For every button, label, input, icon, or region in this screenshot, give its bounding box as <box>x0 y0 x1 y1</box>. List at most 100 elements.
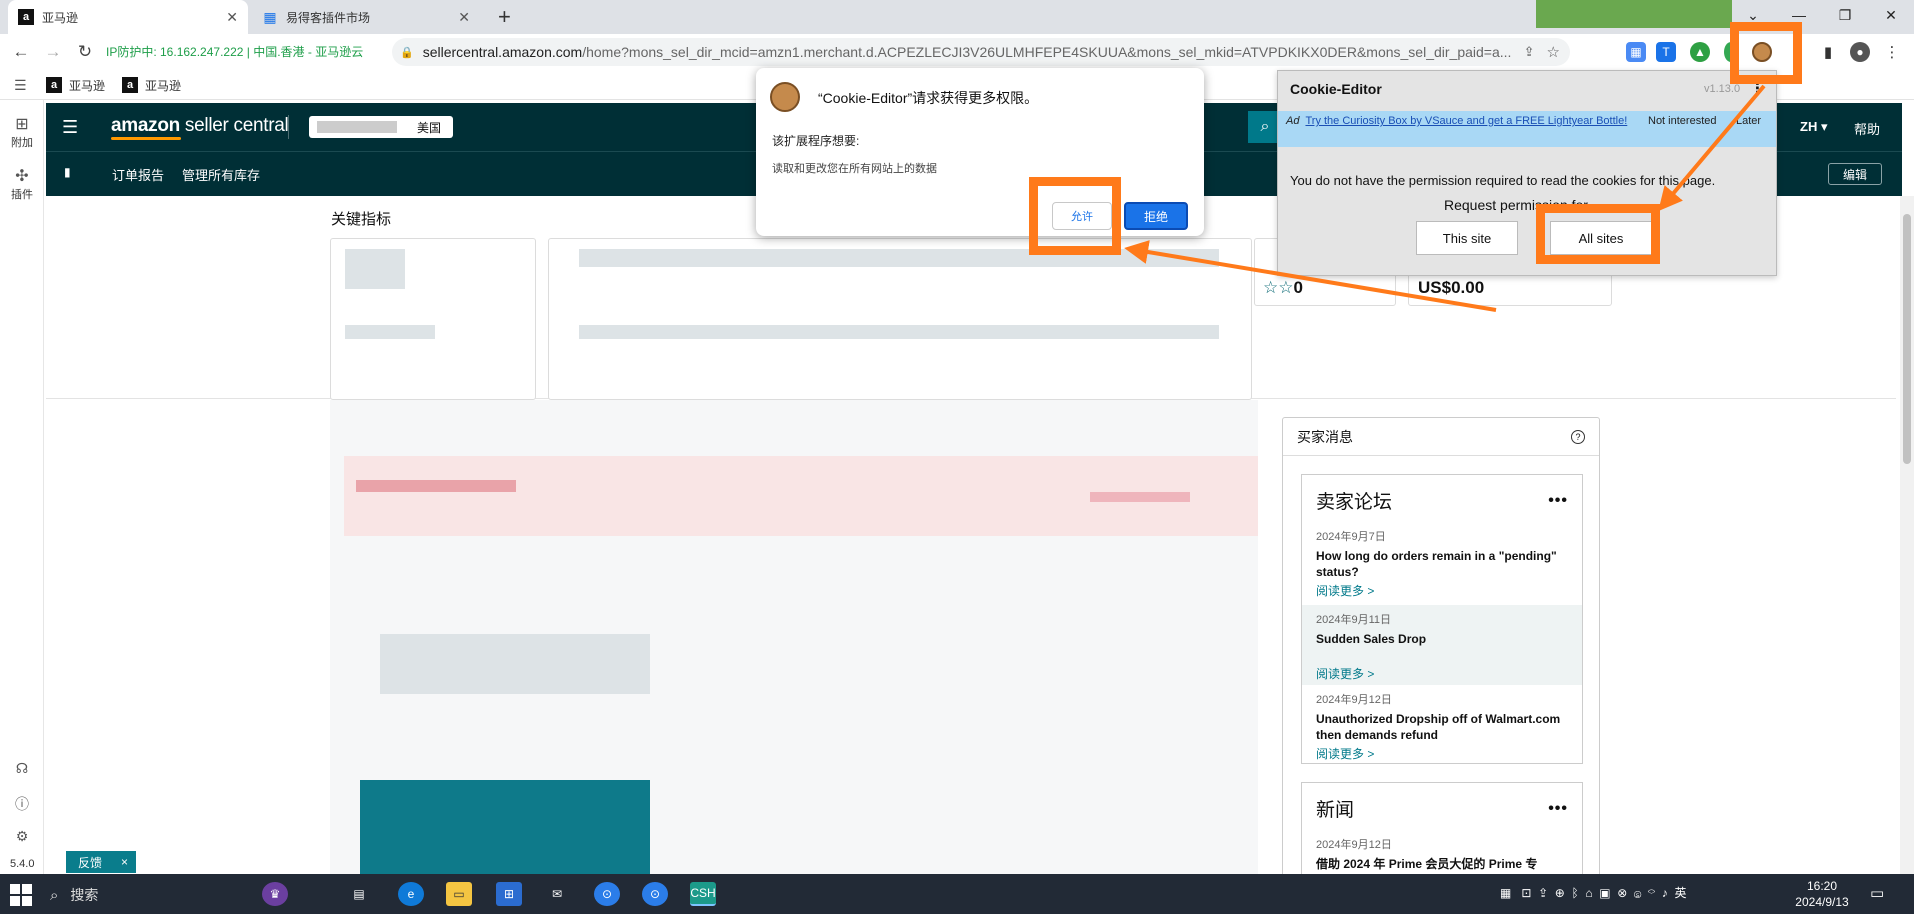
search-highlight-icon[interactable]: ♛ <box>262 882 288 906</box>
forum-title: 卖家论坛 <box>1316 492 1393 513</box>
cookie-icon <box>770 82 800 112</box>
windows-start-icon[interactable] <box>10 884 32 906</box>
search-icon: ⌕ <box>50 886 59 904</box>
system-tray[interactable]: ▦ ⊡ ⇪ ⊕ ᛒ ⌂ ▣ ⊗ ⓢ ⌔ ♪ 英 <box>1500 884 1686 901</box>
ad-link[interactable]: Try the Curiosity Box by VSauce and get … <box>1305 115 1627 127</box>
read-more-link[interactable]: 阅读更多 > <box>1316 665 1568 682</box>
sidebar-item-plugin[interactable]: ✣ 插件 <box>0 166 44 202</box>
account-name-redacted <box>317 121 397 133</box>
browser-app-icon[interactable]: ⊙ <box>594 882 620 906</box>
forward-icon[interactable]: → <box>40 40 66 64</box>
feedback-button[interactable]: 反馈 × <box>66 851 136 873</box>
taskbar-search[interactable]: ⌕ 搜索 <box>50 882 282 908</box>
extension-sidebar: ⊞ 附加 ✣ 插件 ☊ ⓘ ⚙ <box>0 100 44 874</box>
version-label: 5.4.0 <box>10 858 35 870</box>
address-bar[interactable]: 🔒 sellercentral.amazon.com/home?mons_sel… <box>392 38 1570 66</box>
bookmark-star-icon[interactable]: ☆ <box>1547 43 1560 61</box>
store-icon[interactable]: ⊞ <box>496 882 522 906</box>
csh-app-icon[interactable]: CSH <box>690 882 716 906</box>
bookmark-pin-icon[interactable]: ▮ <box>64 165 71 179</box>
this-site-button[interactable]: This site <box>1416 221 1518 255</box>
grid-icon: ▦ <box>263 8 277 25</box>
permission-item: 读取和更改您在所有网站上的数据 <box>772 163 937 175</box>
close-icon[interactable]: ✕ <box>458 9 470 26</box>
headset-icon[interactable]: ☊ <box>0 760 44 777</box>
side-panel-icon[interactable]: ▮ <box>1818 42 1838 62</box>
addon-icon: ⊞ <box>15 116 29 133</box>
main-content-redacted <box>330 400 1258 874</box>
new-tab-button[interactable]: + <box>498 4 511 30</box>
help-circle-icon[interactable]: ⓘ <box>0 794 44 814</box>
help-link[interactable]: 帮助 <box>1854 119 1880 138</box>
kpi-card-redacted <box>330 238 536 400</box>
seller-forum-card: 卖家论坛 ••• 2024年9月7日 How long do orders rem… <box>1301 474 1583 764</box>
highlight-cookie-editor-icon <box>1730 22 1802 84</box>
language-selector[interactable]: ZH ▾ <box>1800 119 1827 135</box>
list-item[interactable]: 2024年9月12日 借助 2024 年 Prime 会员大促的 Prime 专 <box>1302 830 1582 878</box>
tab-amazon[interactable]: a 亚马逊 ✕ <box>8 0 248 34</box>
later-link[interactable]: Later <box>1736 115 1761 127</box>
edit-nav-button[interactable]: 编辑 <box>1828 163 1882 185</box>
nav-order-reports[interactable]: 订单报告 <box>112 165 164 184</box>
ext-grid-icon[interactable]: ▦ <box>1626 42 1646 62</box>
seller-central-logo[interactable]: amazon seller central <box>111 115 289 137</box>
gear-icon[interactable]: ⚙ <box>0 828 44 845</box>
balance-value: US$0.00 <box>1418 278 1485 297</box>
ad-banner: Ad Try the Curiosity Box by VSauce and ge… <box>1278 111 1776 147</box>
list-item[interactable]: 2024年9月12日 Unauthorized Dropship off of … <box>1302 685 1582 768</box>
highlight-allow-button <box>1029 177 1121 255</box>
close-window-button[interactable]: ✕ <box>1868 0 1914 30</box>
not-interested-link[interactable]: Not interested <box>1648 115 1716 127</box>
menu-dots-icon[interactable]: ⋮ <box>1882 42 1902 62</box>
cookie-editor-version: v1.13.0 <box>1704 83 1741 95</box>
lock-icon[interactable]: 🔒 <box>400 46 414 59</box>
image-redacted <box>360 780 650 874</box>
share-icon[interactable]: ⇪ <box>1524 44 1535 60</box>
marketplace-selector[interactable]: 美国 <box>309 116 453 138</box>
read-more-link[interactable]: 阅读更多 > <box>1316 582 1568 599</box>
taskbar-clock[interactable]: 16:20 2024/9/13 <box>1792 878 1852 910</box>
more-options-icon[interactable]: ••• <box>1548 492 1568 510</box>
bookmarks-list-icon[interactable]: ☰ <box>14 76 27 94</box>
task-view-icon[interactable]: ▤ <box>346 882 372 906</box>
permission-title: “Cookie-Editor”请求获得更多权限。 <box>818 90 1039 106</box>
bookmark-amazon-2[interactable]: a 亚马逊 <box>122 76 181 94</box>
reload-icon[interactable]: ↻ <box>72 40 98 64</box>
extension-permission-dialog: “Cookie-Editor”请求获得更多权限。 该扩展程序想要: 读取和更改您… <box>756 68 1204 236</box>
kpi-card-redacted <box>548 238 1252 400</box>
close-icon[interactable]: × <box>121 855 128 869</box>
ext-translate-icon[interactable]: T <box>1656 42 1676 62</box>
restore-button[interactable]: ❐ <box>1822 0 1868 30</box>
file-explorer-icon[interactable]: ▭ <box>446 882 472 906</box>
list-item[interactable]: 2024年9月11日 Sudden Sales Drop 阅读更多 > <box>1302 605 1582 685</box>
cookie-editor-title: Cookie-Editor <box>1290 81 1382 97</box>
ip-protection-label: IP防护中: 16.162.247.222 | 中国.香港 - 亚马逊云 <box>106 45 364 59</box>
page-scrollbar[interactable] <box>1900 196 1914 874</box>
news-title: 新闻 <box>1316 800 1355 821</box>
mail-icon[interactable]: ✉ <box>544 882 570 906</box>
notification-icon[interactable]: ▭ <box>1870 884 1884 902</box>
sidebar-item-addon[interactable]: ⊞ 附加 <box>0 114 44 150</box>
profile-avatar-icon[interactable]: ● <box>1850 42 1870 62</box>
read-more-link[interactable]: 阅读更多 > <box>1316 745 1568 762</box>
screen: { "tabs": [ {"title": "亚马逊", "icon": "am… <box>0 0 1914 914</box>
back-icon[interactable]: ← <box>8 40 34 64</box>
ext-upload-icon[interactable]: ▲ <box>1690 42 1710 62</box>
url-text[interactable]: sellercentral.amazon.com/home?mons_sel_d… <box>423 44 1516 60</box>
tab-title: 亚马逊 <box>42 10 79 25</box>
permission-subtitle: 该扩展程序想要: <box>772 134 860 148</box>
help-icon[interactable]: ? <box>1571 429 1585 444</box>
deny-button[interactable]: 拒绝 <box>1124 202 1188 230</box>
scrollbar-thumb[interactable] <box>1903 214 1911 464</box>
highlight-all-sites-button <box>1536 204 1660 264</box>
nav-manage-inventory[interactable]: 管理所有库存 <box>182 165 260 184</box>
more-options-icon[interactable]: ••• <box>1548 800 1568 818</box>
bookmark-amazon-1[interactable]: a 亚马逊 <box>46 76 105 94</box>
edge-icon[interactable]: e <box>398 882 424 906</box>
close-icon[interactable]: ✕ <box>226 9 238 26</box>
hamburger-menu-icon[interactable]: ☰ <box>62 117 78 138</box>
ime-indicator[interactable]: 英 <box>1674 886 1686 900</box>
list-item[interactable]: 2024年9月7日 How long do orders remain in a… <box>1302 522 1582 605</box>
tab-plugin-market[interactable]: ▦ 易得客插件市场 ✕ <box>252 0 480 34</box>
browser-app-icon-2[interactable]: ⊙ <box>642 882 668 906</box>
